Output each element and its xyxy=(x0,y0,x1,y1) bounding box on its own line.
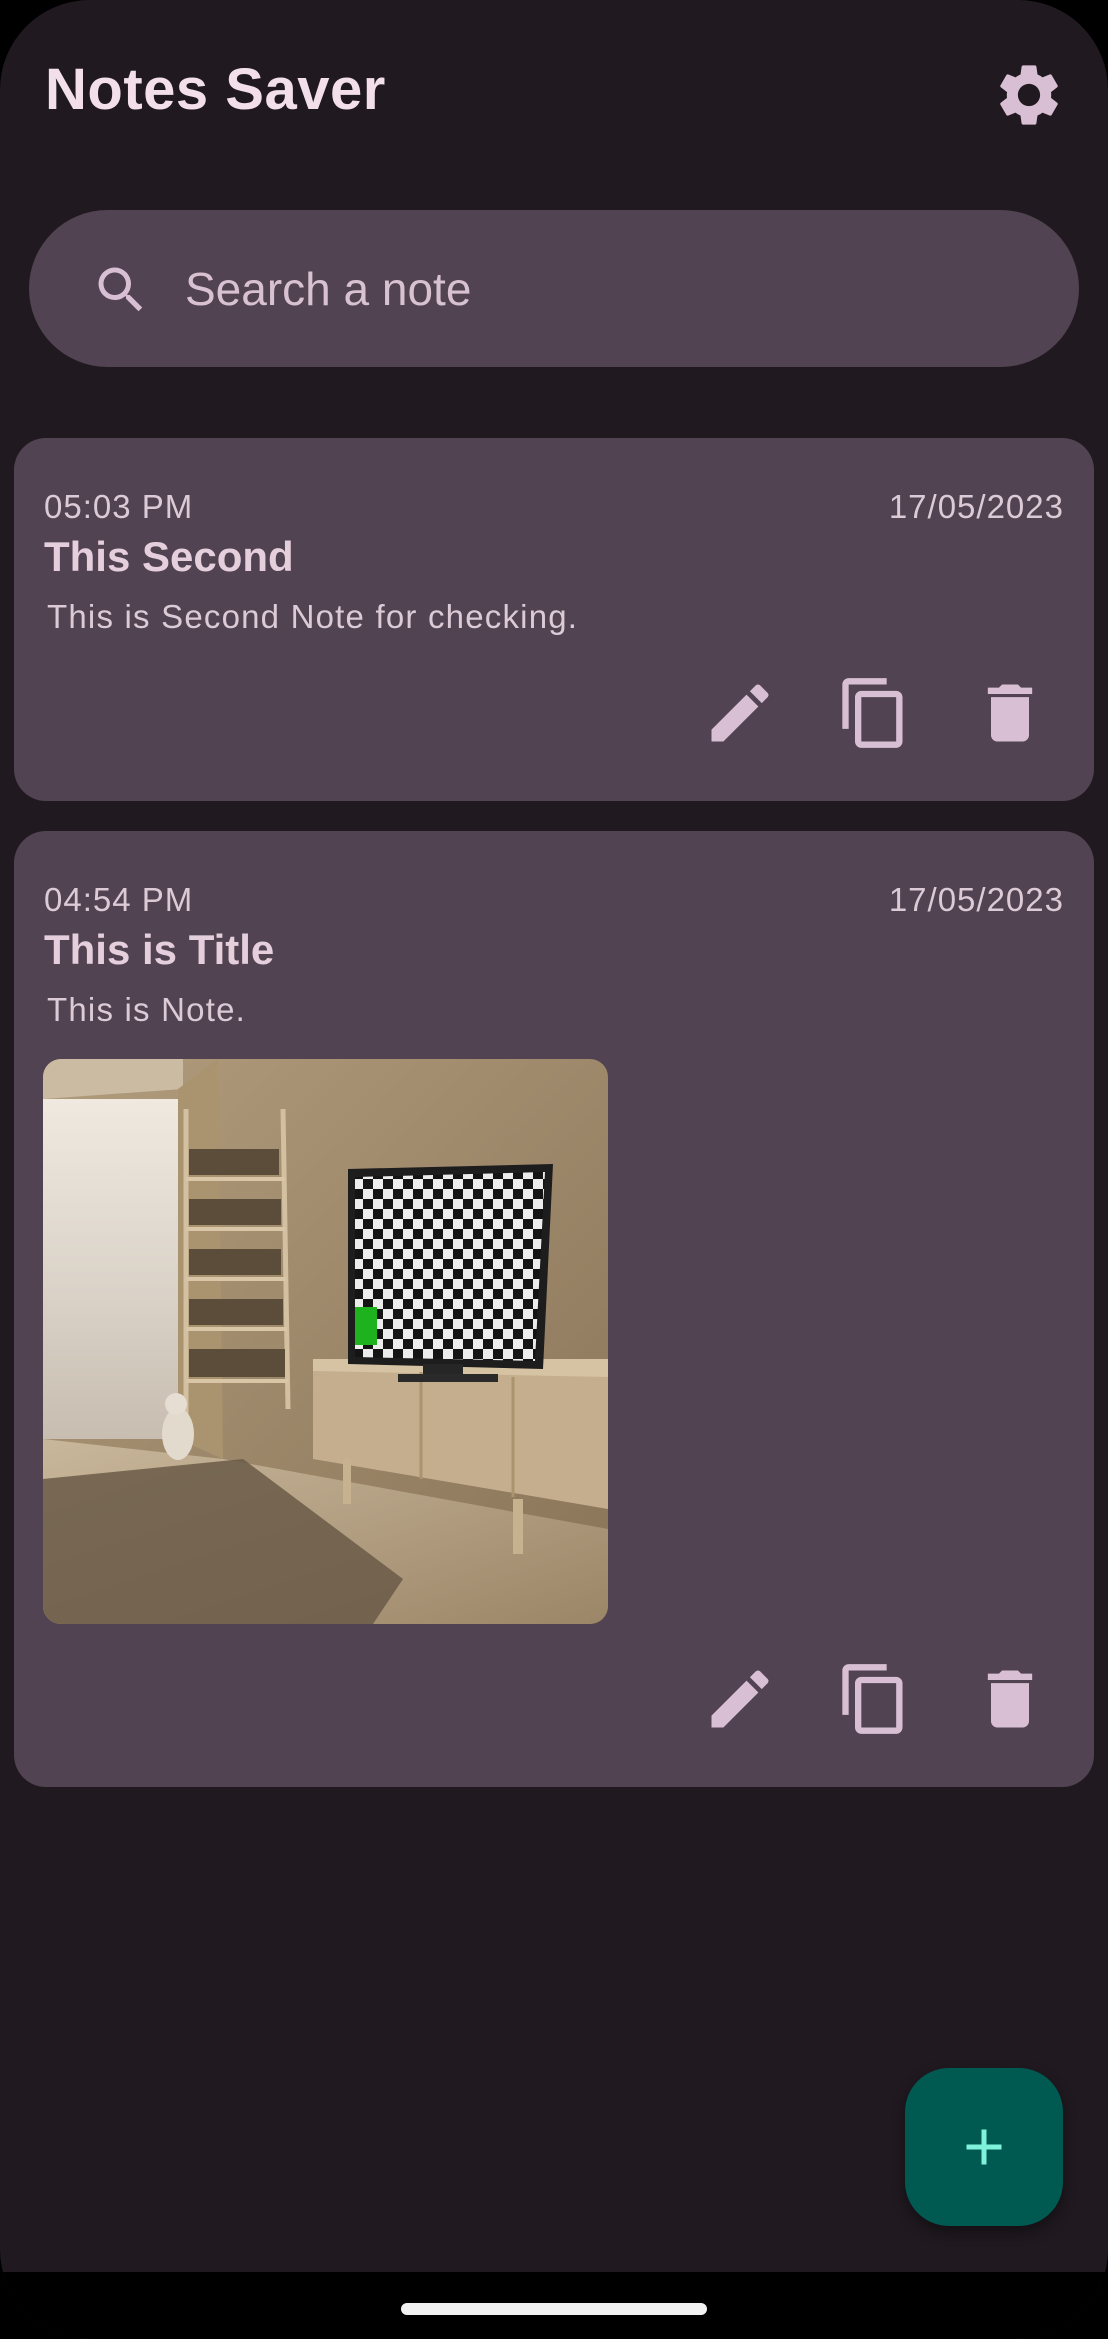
pencil-icon xyxy=(711,1670,769,1728)
note-title: This is Title xyxy=(44,926,275,973)
pencil-icon xyxy=(711,684,769,742)
note-date: 17/05/2023 xyxy=(888,881,1064,918)
note-body: This is Second Note for checking. xyxy=(47,598,579,635)
note-body: This is Note. xyxy=(47,991,246,1028)
app-screen: Notes Saver 05:03 PM 17/05/2023 This Sec… xyxy=(0,0,1108,2339)
app-title: Notes Saver xyxy=(45,57,386,122)
plus-icon xyxy=(966,2129,1002,2165)
search-icon xyxy=(98,267,143,312)
home-indicator[interactable] xyxy=(401,2303,707,2315)
gear-icon xyxy=(1000,65,1058,125)
settings-button[interactable] xyxy=(992,58,1066,132)
top-app-bar: Notes Saver xyxy=(0,0,1108,185)
delete-note-button[interactable] xyxy=(972,1661,1048,1737)
trash-icon xyxy=(987,684,1033,742)
note-card[interactable]: 04:54 PM 17/05/2023 This is Title This i… xyxy=(14,831,1094,1787)
copy-icon xyxy=(842,678,903,748)
note-date: 17/05/2023 xyxy=(888,488,1064,525)
copy-note-button[interactable] xyxy=(836,675,912,751)
gesture-navigation-bar xyxy=(0,2272,1108,2339)
delete-note-button[interactable] xyxy=(972,675,1048,751)
trash-icon xyxy=(987,1670,1033,1728)
copy-note-button[interactable] xyxy=(836,1661,912,1737)
room-photo-illustration xyxy=(43,1059,608,1624)
search-bar[interactable] xyxy=(29,210,1079,367)
search-input[interactable] xyxy=(177,250,1053,328)
note-card[interactable]: 05:03 PM 17/05/2023 This Second This is … xyxy=(14,438,1094,801)
note-image[interactable] xyxy=(43,1059,608,1624)
add-note-button[interactable] xyxy=(905,2068,1063,2226)
edit-note-button[interactable] xyxy=(702,675,778,751)
copy-icon xyxy=(842,1664,903,1734)
note-time: 05:03 PM xyxy=(44,488,194,525)
edit-note-button[interactable] xyxy=(702,1661,778,1737)
note-title: This Second xyxy=(44,533,294,580)
note-time: 04:54 PM xyxy=(44,881,194,918)
